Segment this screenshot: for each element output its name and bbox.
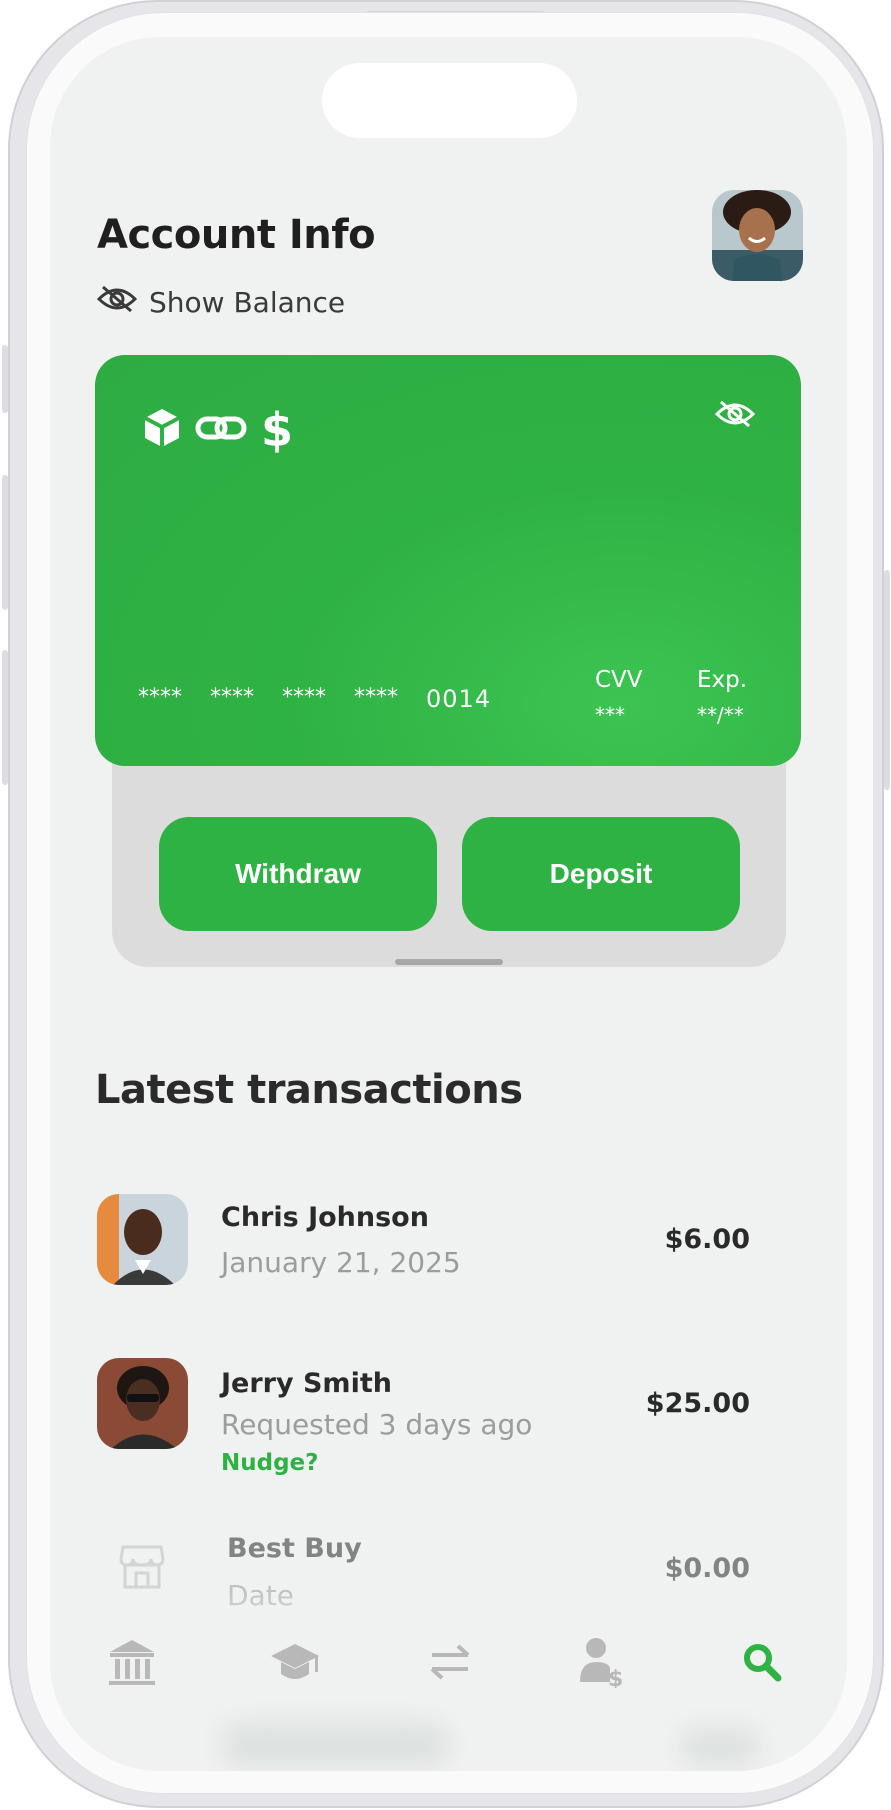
cvv-label: CVV (595, 667, 643, 693)
transaction-amount: $6.00 (664, 1224, 750, 1255)
card-hide-icon[interactable] (714, 400, 756, 432)
card-number: **** **** **** **** 0014 (138, 685, 491, 713)
user-dollar-icon[interactable]: $ (570, 1632, 630, 1692)
cvv-value: *** (595, 703, 625, 727)
card-number-group: **** (354, 685, 398, 710)
svg-text:$: $ (608, 1667, 622, 1688)
card-expiry: Exp. **/** (697, 667, 747, 727)
exp-value: **/** (697, 703, 744, 727)
dollar-icon: $ (261, 403, 294, 457)
transaction-amount: $0.00 (664, 1553, 750, 1584)
payment-card[interactable]: $ **** **** **** **** 0014 CVV *** Exp. … (95, 355, 801, 766)
dynamic-island (322, 63, 577, 138)
side-button-volume-up (2, 475, 8, 610)
blur-shadow (220, 1722, 450, 1767)
app-screen: Account Info Show Balance $ **** **** **… (50, 37, 847, 1771)
card-last-four: 0014 (426, 685, 492, 713)
transaction-status: Requested 3 days ago (221, 1408, 533, 1441)
box-icon (143, 407, 181, 453)
search-icon[interactable] (732, 1632, 792, 1692)
withdraw-button[interactable]: Withdraw (159, 817, 437, 931)
eye-slash-icon (96, 285, 138, 320)
card-brand-icons: $ (143, 407, 293, 453)
show-balance-label: Show Balance (149, 286, 346, 319)
show-balance-toggle[interactable]: Show Balance (96, 285, 346, 320)
transactions-title: Latest transactions (95, 1067, 523, 1113)
bottom-nav: $ (50, 1632, 847, 1712)
exp-label: Exp. (697, 667, 748, 693)
transaction-amount: $25.00 (645, 1388, 750, 1419)
side-button-power (884, 570, 890, 790)
profile-avatar[interactable] (712, 190, 803, 281)
avatar (97, 1194, 188, 1285)
transaction-row[interactable]: Jerry Smith Requested 3 days ago Nudge? … (97, 1358, 797, 1478)
deposit-button[interactable]: Deposit (462, 817, 740, 931)
blur-shadow (680, 1727, 760, 1767)
transaction-name: Chris Johnson (221, 1202, 429, 1233)
side-button-mute (2, 345, 8, 413)
transaction-row[interactable]: Chris Johnson January 21, 2025 $6.00 (97, 1194, 797, 1294)
avatar (97, 1358, 188, 1449)
page-title: Account Info (97, 212, 376, 258)
card-number-group: **** (282, 685, 326, 710)
store-icon (119, 1543, 165, 1593)
transaction-name: Best Buy (227, 1533, 362, 1564)
transaction-date: January 21, 2025 (221, 1246, 461, 1279)
card-number-group: **** (138, 685, 182, 710)
link-icon (195, 413, 247, 447)
graduation-cap-icon[interactable] (265, 1632, 325, 1692)
card-number-group: **** (210, 685, 254, 710)
nudge-link[interactable]: Nudge? (221, 1450, 319, 1476)
tray-handle[interactable] (395, 959, 503, 965)
transaction-name: Jerry Smith (221, 1368, 392, 1399)
card-cvv: CVV *** (595, 667, 643, 727)
transfer-icon[interactable] (420, 1632, 480, 1692)
side-button-volume-down (2, 650, 8, 785)
bank-icon[interactable] (102, 1632, 162, 1692)
